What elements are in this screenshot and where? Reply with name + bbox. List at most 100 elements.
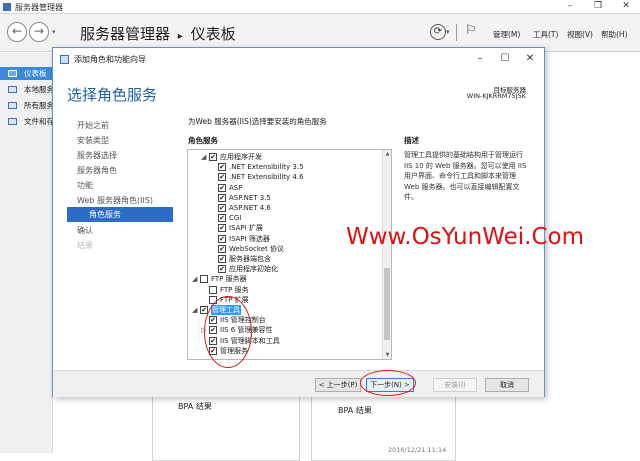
checkbox[interactable]: ✔: [218, 193, 226, 202]
history-dropdown-icon[interactable]: ▾: [52, 28, 56, 36]
checkbox[interactable]: ✔: [218, 224, 226, 233]
close-icon[interactable]: ✕: [612, 0, 640, 13]
install-button: 安装(I): [433, 378, 477, 392]
annotation-circle-tree: [204, 296, 252, 368]
wizard-minimize-icon[interactable]: –: [468, 52, 492, 66]
storage-icon: [8, 118, 17, 125]
expander-icon[interactable]: ◢: [192, 274, 197, 284]
wizard-app-icon: [60, 55, 69, 64]
checkbox[interactable]: ✔: [218, 265, 226, 274]
tree-row[interactable]: ✔ .NET Extensibility 3.5: [218, 162, 386, 172]
minimize-icon[interactable]: –: [556, 0, 584, 13]
cancel-button[interactable]: 取消: [485, 378, 529, 392]
step-role-services[interactable]: 角色服务: [67, 207, 173, 222]
checkbox[interactable]: ✔: [218, 234, 226, 243]
menu-tools[interactable]: 工具(T): [533, 29, 558, 40]
menu-help[interactable]: 帮助(H): [601, 29, 628, 40]
tree-row[interactable]: ✔ 服务器端包含: [218, 254, 386, 264]
expander-icon[interactable]: ◢: [192, 305, 197, 315]
sidebar-item-local-server[interactable]: 本地服务器: [0, 83, 53, 96]
wizard-heading: 选择角色服务: [67, 86, 158, 104]
watermark: Www.OsYunWei.Com: [346, 224, 584, 250]
dashboard-tile-left: BPA 结果: [152, 391, 300, 461]
target-server-name: WIN-KJKRRM75J5K: [466, 92, 526, 100]
tree-row[interactable]: ◢ FTP 服务器: [192, 274, 386, 284]
refresh-icon[interactable]: ⟳: [430, 24, 446, 40]
tree-row[interactable]: ✔ CGI: [218, 213, 386, 223]
checkbox[interactable]: ✔: [218, 183, 226, 192]
sidebar-item-label: 所有服务器: [24, 101, 53, 110]
server-manager-app-icon: [3, 3, 11, 11]
checkbox[interactable]: [209, 285, 217, 294]
tree-row-label: FTP 服务: [220, 285, 249, 294]
server-manager-titlebar: 服务器管理器 – ❐ ✕: [0, 0, 640, 14]
bpa-results-label: BPA 结果: [178, 402, 212, 411]
step-features[interactable]: 功能: [77, 180, 93, 191]
tree-row[interactable]: ✔ 应用程序初始化: [218, 264, 386, 274]
tree-row-label: FTP 服务器: [211, 275, 247, 284]
sidebar-item-file-storage[interactable]: 文件和存储服务: [0, 115, 53, 128]
wizard-footer: < 上一步(P) 下一步(N) > 安装(I) 取消: [53, 370, 544, 397]
checkbox[interactable]: ✔: [218, 163, 226, 172]
tree-row[interactable]: ✔ ASP: [218, 183, 386, 193]
wizard-window-title: 添加角色和功能向导: [74, 55, 146, 64]
wizard-maximize-icon[interactable]: ☐: [493, 52, 517, 66]
checkbox[interactable]: ✔: [218, 204, 226, 212]
forward-arrow-icon[interactable]: →: [29, 22, 49, 42]
page-description: 为Web 服务器(IIS)选择要安装的角色服务: [188, 117, 327, 126]
add-roles-wizard: 添加角色和功能向导 – ☐ ✕ 选择角色服务 目标服务器 WIN-KJKRRM7…: [52, 47, 545, 397]
server-icon: [8, 86, 17, 93]
tree-row-label: 应用程序开发: [220, 153, 262, 161]
tree-row[interactable]: ✔ ASP.NET 3.5: [218, 193, 386, 203]
step-server-selection[interactable]: 服务器选择: [77, 150, 117, 161]
sidebar-item-label: 本地服务器: [24, 85, 53, 94]
checkbox[interactable]: ✔: [218, 255, 226, 263]
tree-row-label: ASP: [229, 183, 243, 192]
checkbox[interactable]: [200, 275, 208, 284]
step-web-server-role[interactable]: Web 服务器角色(IIS): [77, 195, 153, 206]
refresh-dropdown-icon[interactable]: ▾: [446, 28, 450, 36]
step-results: 结果: [77, 241, 93, 250]
sidebar-item-label: 仪表板: [24, 69, 47, 78]
server-manager-sidebar: 仪表板 本地服务器 所有服务器 文件和存储服务: [0, 53, 53, 453]
scroll-down-icon[interactable]: ▼: [383, 352, 391, 358]
step-installation-type[interactable]: 安装类型: [77, 135, 109, 146]
step-confirmation[interactable]: 确认: [77, 225, 93, 236]
step-before-you-begin[interactable]: 开始之前: [77, 120, 109, 131]
checkbox[interactable]: ✔: [218, 214, 226, 223]
wizard-close-icon[interactable]: ✕: [518, 52, 542, 66]
tree-row-label: ASP.NET 3.5: [229, 193, 271, 202]
tree-row-label: 服务器端包含: [229, 255, 271, 263]
notifications-flag-icon[interactable]: ⚐: [465, 23, 477, 38]
checkbox[interactable]: ✔: [218, 244, 226, 253]
tree-row[interactable]: ✔ ASP.NET 4.6: [218, 203, 386, 213]
bpa-results-label: BPA 结果: [338, 406, 372, 415]
checkbox[interactable]: ✔: [209, 153, 217, 161]
tree-row-label: CGI: [229, 214, 242, 223]
sidebar-item-all-servers[interactable]: 所有服务器: [0, 99, 53, 112]
maximize-icon[interactable]: ❐: [584, 0, 612, 13]
tree-row[interactable]: ◢ ✔ 应用程序开发: [201, 152, 386, 162]
tree-scrollbar[interactable]: ▲ ▼: [382, 150, 391, 359]
scroll-up-icon[interactable]: ▲: [383, 151, 391, 157]
tree-row[interactable]: ✔ .NET Extensibility 4.6: [218, 172, 386, 182]
sidebar-item-dashboard[interactable]: 仪表板: [0, 67, 53, 80]
previous-button[interactable]: < 上一步(P): [315, 378, 361, 392]
expander-icon[interactable]: ◢: [201, 152, 206, 162]
breadcrumb-page: 仪表板: [190, 25, 236, 43]
checkbox[interactable]: ✔: [218, 173, 226, 182]
tree-row-label: .NET Extensibility 3.5: [229, 163, 304, 172]
menu-manage[interactable]: 管理(M): [493, 29, 520, 40]
menu-view[interactable]: 视图(V): [567, 29, 593, 40]
scrollbar-thumb[interactable]: [384, 268, 390, 340]
header-divider: [456, 24, 457, 41]
tree-row[interactable]: FTP 服务: [209, 285, 386, 295]
role-services-header: 角色服务: [188, 136, 218, 145]
tree-row-label: ISAPI 筛选器: [229, 234, 270, 243]
back-arrow-icon[interactable]: ←: [7, 22, 27, 42]
breadcrumb-separator: ▸: [177, 31, 183, 42]
description-body: 管理工具提供的基础结构用于管理运行 IIS 10 的 Web 服务器。您可以使用…: [404, 151, 527, 201]
step-server-roles[interactable]: 服务器角色: [77, 165, 117, 176]
server-manager-window-title: 服务器管理器: [15, 3, 63, 12]
dashboard-tile-right: 性能 BPA 结果 2016/12/21 11:14: [311, 389, 456, 461]
